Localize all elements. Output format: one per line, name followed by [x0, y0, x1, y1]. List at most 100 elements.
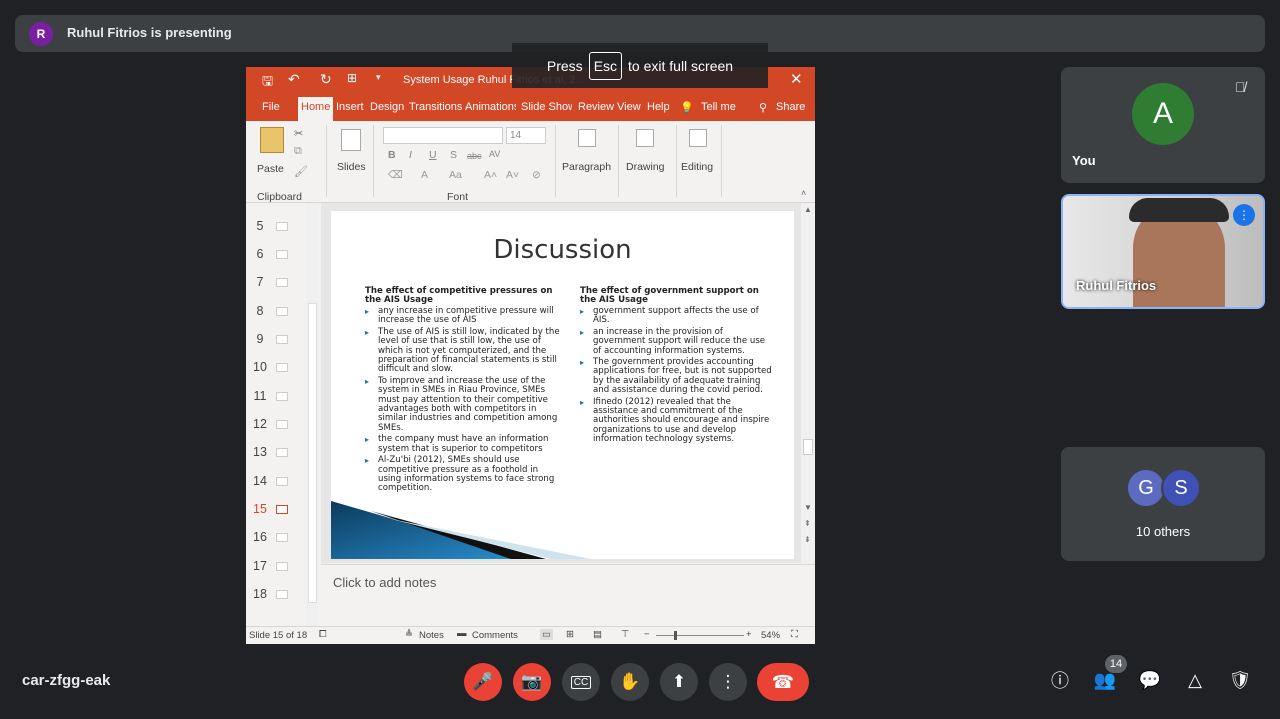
- raise-hand-button[interactable]: ✋: [611, 663, 649, 701]
- captions-button[interactable]: CC: [562, 663, 600, 701]
- italic-button[interactable]: I: [409, 149, 412, 161]
- participant-name-you: You: [1072, 153, 1096, 168]
- drawing-icon[interactable]: [636, 129, 654, 147]
- present-screen-button[interactable]: ⬆: [660, 663, 698, 701]
- end-call-button[interactable]: ☎: [757, 663, 809, 701]
- editing-button[interactable]: Editing: [681, 161, 713, 173]
- tab-view[interactable]: View: [617, 101, 641, 113]
- ribbon-tabs: File Home Insert Design Transitions Anim…: [246, 93, 815, 121]
- increase-font-icon[interactable]: A˄: [484, 169, 497, 181]
- strikethrough-button[interactable]: abc: [467, 151, 482, 161]
- tab-design[interactable]: Design: [370, 101, 404, 113]
- paste-button[interactable]: Paste: [257, 163, 284, 175]
- clear-all-format-icon[interactable]: ⊘: [532, 169, 541, 181]
- paste-icon[interactable]: [260, 127, 284, 153]
- collapse-ribbon-icon[interactable]: ˄: [801, 188, 806, 198]
- shadow-button[interactable]: S: [450, 149, 457, 161]
- tab-file[interactable]: File: [262, 101, 280, 113]
- right-bullet: The government provides accounting appli…: [580, 357, 776, 396]
- right-bullet: government support affects the use of AI…: [580, 306, 776, 326]
- undo-icon[interactable]: ↶: [288, 71, 300, 88]
- char-spacing-button[interactable]: AV: [489, 149, 500, 159]
- clipboard-group-label: Clipboard: [257, 191, 302, 203]
- close-window-icon[interactable]: ✕: [790, 70, 803, 88]
- current-slide[interactable]: Discussion The effect of competitive pre…: [331, 211, 794, 559]
- search-icon[interactable]: [689, 129, 707, 147]
- reading-view-icon[interactable]: ▤: [593, 629, 602, 640]
- fit-to-window-icon[interactable]: ⛶: [791, 629, 798, 640]
- new-slide-icon[interactable]: [341, 129, 361, 151]
- present-icon[interactable]: ⊞: [347, 71, 357, 85]
- present-icon: ⬆: [671, 672, 687, 691]
- change-case-icon[interactable]: Aa: [449, 169, 462, 181]
- zoom-out-icon[interactable]: −: [644, 629, 650, 640]
- drawing-button[interactable]: Drawing: [626, 161, 665, 173]
- slideshow-icon[interactable]: ⊤: [621, 629, 629, 640]
- redo-icon[interactable]: ↻: [320, 71, 332, 88]
- notes-placeholder: Click to add notes: [333, 575, 437, 590]
- customize-qat-icon[interactable]: ▾: [376, 72, 381, 83]
- slide-editing-area: Discussion The effect of competitive pre…: [321, 203, 815, 563]
- zoom-in-icon[interactable]: +: [746, 629, 752, 640]
- avatar-g: G: [1126, 468, 1166, 508]
- others-count-label: 10 others: [1135, 524, 1191, 539]
- tell-me-search[interactable]: Tell me: [701, 101, 736, 113]
- font-name-select[interactable]: [383, 127, 503, 144]
- thumbnail-scrollbar[interactable]: [306, 203, 319, 629]
- tab-review[interactable]: Review: [578, 101, 614, 113]
- paragraph-icon[interactable]: [578, 129, 596, 147]
- zoom-slider[interactable]: [656, 635, 744, 636]
- host-controls-button[interactable]: 🛡: [1227, 667, 1253, 693]
- chat-button[interactable]: 💬: [1137, 667, 1163, 693]
- right-heading: The effect of government support on the …: [580, 286, 759, 305]
- slide-sorter-icon[interactable]: ⊞: [566, 629, 574, 640]
- left-bullet: any increase in competitive pressure wil…: [365, 306, 561, 326]
- next-slide-icon[interactable]: ⇟: [804, 535, 811, 544]
- bold-button[interactable]: B: [388, 149, 396, 161]
- copy-icon[interactable]: ⧉: [294, 145, 302, 158]
- mic-off-icon: 🎤: [472, 672, 494, 691]
- notes-button[interactable]: Notes: [419, 630, 444, 641]
- tab-home[interactable]: Home: [298, 97, 334, 121]
- zoom-slider-thumb[interactable]: [674, 631, 677, 640]
- decrease-font-icon[interactable]: A˅: [506, 169, 519, 181]
- font-color-icon[interactable]: A: [421, 169, 428, 181]
- share-button[interactable]: Share: [776, 101, 805, 113]
- tab-insert[interactable]: Insert: [336, 101, 364, 113]
- mic-toggle-button[interactable]: 🎤: [464, 663, 502, 701]
- hand-icon: ✋: [619, 672, 641, 691]
- normal-view-icon[interactable]: ▭: [540, 629, 553, 640]
- tab-help[interactable]: Help: [647, 101, 670, 113]
- tab-slide-show[interactable]: Slide Show: [521, 101, 572, 113]
- slide-title: Discussion: [493, 235, 632, 265]
- info-icon: ⓘ: [1051, 671, 1069, 691]
- prev-slide-icon[interactable]: ⇞: [804, 519, 811, 528]
- phone-hangup-icon: ☎: [771, 671, 795, 692]
- cut-icon[interactable]: ✂: [294, 127, 303, 140]
- meeting-details-button[interactable]: ⓘ: [1047, 667, 1073, 693]
- left-bullet: Al-Zu'bi (2012), SMEs should use competi…: [365, 455, 561, 494]
- tab-animations[interactable]: Animations: [465, 101, 516, 113]
- more-options-button[interactable]: ⋮: [709, 663, 747, 701]
- tab-transitions[interactable]: Transitions: [409, 101, 462, 113]
- clear-format-icon[interactable]: ⌫: [388, 169, 403, 181]
- avatar-s: S: [1161, 468, 1201, 508]
- more-vert-icon: ⋮: [719, 672, 737, 691]
- spelling-icon[interactable]: ⧠: [319, 629, 327, 640]
- zoom-level[interactable]: 54%: [761, 630, 780, 641]
- font-size-select[interactable]: 14: [506, 127, 546, 144]
- participant-tile-others[interactable]: G S 10 others: [1061, 447, 1265, 561]
- camera-toggle-button[interactable]: 📷: [513, 663, 551, 701]
- save-icon[interactable]: 🖫: [262, 72, 273, 94]
- participant-tile-presenter[interactable]: ⋮ Ruhul Fitrios: [1061, 194, 1265, 309]
- slide-scrollbar[interactable]: ▲ ▼ ⇞ ⇟: [801, 203, 815, 563]
- paragraph-button[interactable]: Paragraph: [562, 161, 611, 173]
- format-painter-icon[interactable]: 🖌: [294, 165, 308, 178]
- notes-pane[interactable]: Click to add notes: [321, 564, 815, 626]
- comments-button[interactable]: Comments: [472, 630, 518, 641]
- participant-tile-you[interactable]: A 🎙̸ You: [1061, 67, 1265, 183]
- shared-powerpoint-window[interactable]: 🖫 ↶ ↻ ⊞ ▾ System Usage Ruhul Fitrios et …: [246, 67, 815, 644]
- underline-button[interactable]: U: [429, 149, 437, 161]
- activities-button[interactable]: △: [1182, 667, 1208, 693]
- slides-button[interactable]: Slides: [337, 161, 366, 173]
